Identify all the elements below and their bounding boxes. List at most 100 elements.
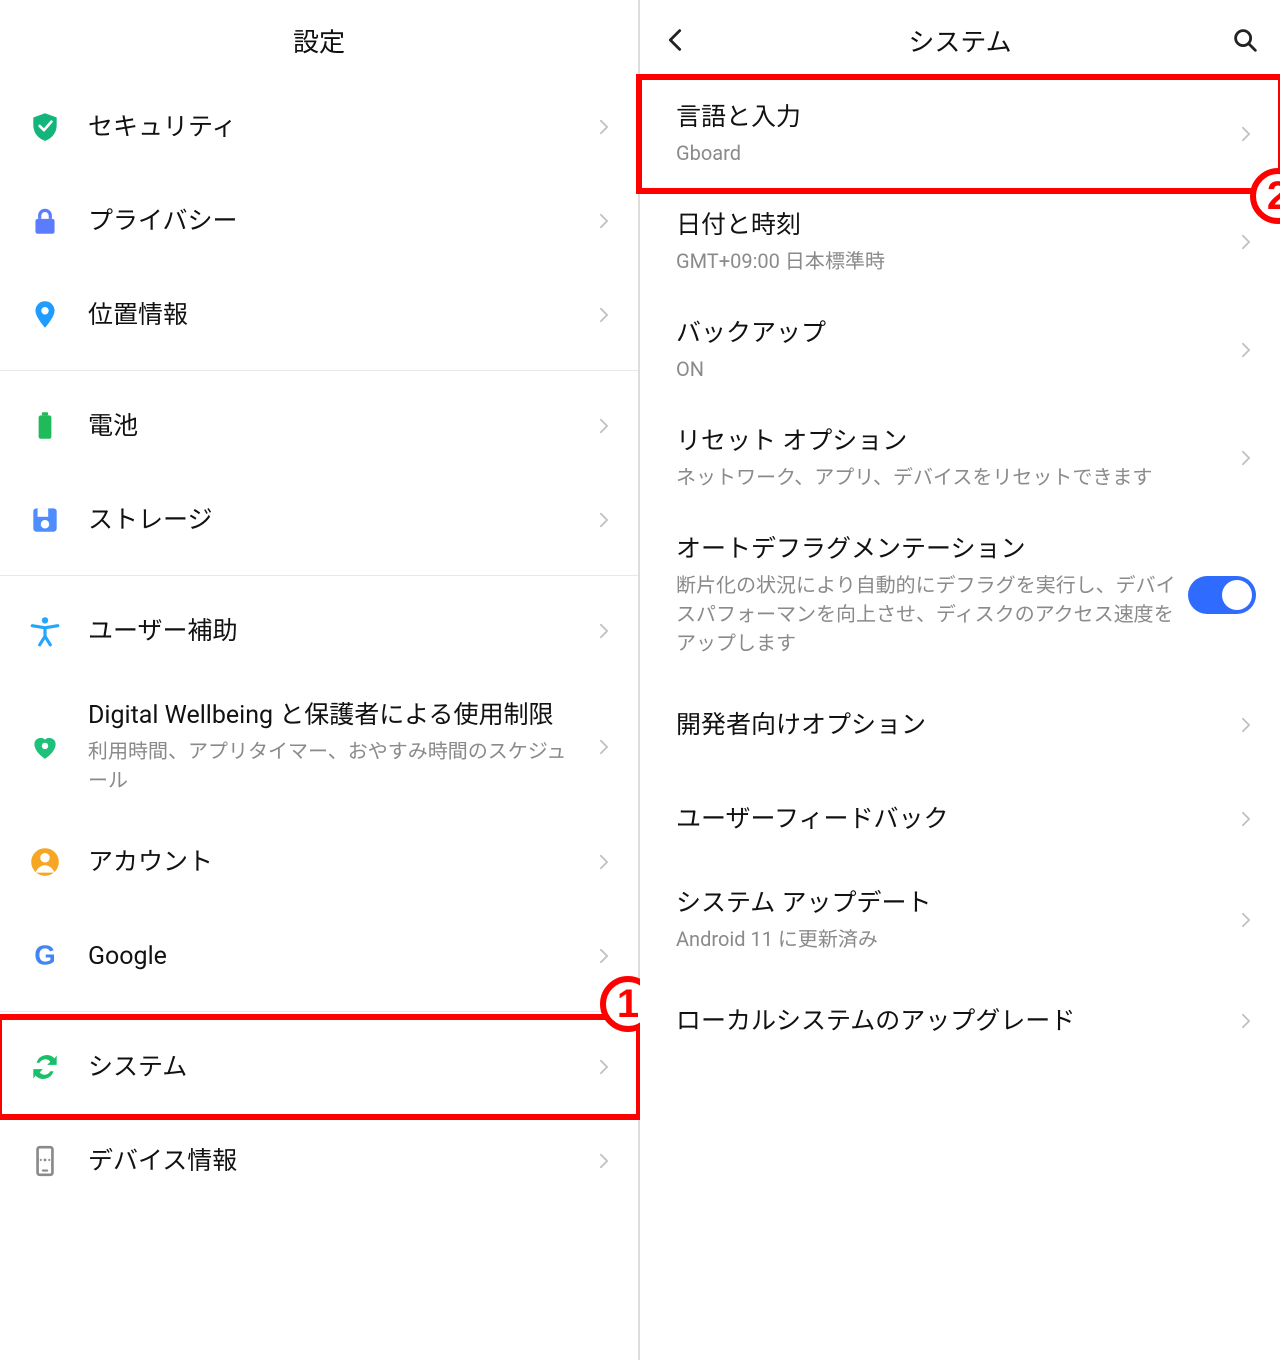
row-title: Digital Wellbeing と保護者による使用制限 (88, 698, 582, 733)
lock-icon (28, 204, 62, 238)
chevron-right-icon (1236, 228, 1256, 256)
row-title: 開発者向けオプション (676, 708, 1224, 743)
row-update[interactable]: システム アップデート Android 11 に更新済み (640, 866, 1280, 974)
system-title: システム (908, 22, 1011, 59)
account-icon (28, 845, 62, 879)
chevron (1236, 444, 1256, 472)
row-system[interactable]: システム (0, 1020, 638, 1114)
toggle-defrag[interactable] (1188, 576, 1256, 614)
row-subtitle: Gboard (676, 139, 1224, 168)
chevron-right-icon (1236, 336, 1256, 364)
search-icon (1230, 25, 1260, 55)
row-title: ストレージ (88, 503, 582, 538)
save-icon (28, 503, 62, 537)
row-wellbeing[interactable]: Digital Wellbeing と保護者による使用制限利用時間、アプリタイマ… (0, 678, 638, 815)
google-icon (28, 939, 62, 973)
sync-icon (28, 1050, 62, 1084)
system-pane: システム 言語と入力 Gboard 日付と時刻 GMT+09:00 日本標準時バックア… (640, 0, 1280, 1360)
row-security[interactable]: セキュリティ (0, 80, 638, 174)
chevron (594, 412, 614, 440)
chevron-right-icon (1236, 906, 1256, 934)
row-subtitle: 断片化の状況により自動的にデフラグを実行し、デバイスパフォーマンを向上させ、ディ… (676, 571, 1176, 658)
system-header: システム (640, 0, 1280, 80)
divider (0, 1011, 638, 1012)
chevron (594, 1147, 614, 1175)
chevron-right-icon (594, 617, 614, 645)
row-device[interactable]: デバイス情報 (0, 1114, 638, 1208)
chevron-right-icon (1236, 805, 1256, 833)
row-storage[interactable]: ストレージ (0, 473, 638, 567)
row-google[interactable]: Google (0, 909, 638, 1003)
row-lang[interactable]: 言語と入力 Gboard (640, 80, 1280, 188)
chevron-right-icon (594, 412, 614, 440)
settings-pane: 設定 セキュリティプライバシー位置情報電池ストレージユーザー補助 Digital … (0, 0, 640, 1360)
chevron-right-icon (594, 113, 614, 141)
device-icon (28, 1144, 62, 1178)
row-privacy[interactable]: プライバシー (0, 174, 638, 268)
row-feedback[interactable]: ユーザーフィードバック (640, 772, 1280, 866)
system-list: 言語と入力 Gboard 日付と時刻 GMT+09:00 日本標準時バックアップ ON リ… (640, 80, 1280, 1068)
row-local[interactable]: ローカルシステムのアップグレード (640, 974, 1280, 1068)
settings-list: セキュリティプライバシー位置情報電池ストレージユーザー補助 Digital Wel… (0, 80, 638, 1208)
row-title: デバイス情報 (88, 1144, 582, 1179)
row-subtitle: 利用時間、アプリタイマー、おやすみ時間のスケジュール (88, 737, 582, 795)
chevron-right-icon (594, 1053, 614, 1081)
row-title: バックアップ (676, 316, 1224, 351)
chevron (1236, 336, 1256, 364)
row-title: プライバシー (88, 204, 582, 239)
row-title: 言語と入力 (676, 100, 1224, 135)
row-subtitle: GMT+09:00 日本標準時 (676, 247, 1224, 276)
divider (0, 370, 638, 371)
row-title: セキュリティ (88, 110, 582, 145)
chevron-right-icon (594, 301, 614, 329)
chevron-right-icon (1236, 120, 1256, 148)
row-dev[interactable]: 開発者向けオプション (640, 678, 1280, 772)
row-title: システム アップデート (676, 886, 1224, 921)
search-button[interactable] (1230, 0, 1260, 80)
row-subtitle: ON (676, 355, 1224, 384)
row-title: 日付と時刻 (676, 208, 1224, 243)
chevron (1236, 120, 1256, 148)
chevron (594, 848, 614, 876)
chevron (594, 733, 614, 761)
row-title: ユーザー補助 (88, 614, 582, 649)
row-title: リセット オプション (676, 424, 1224, 459)
chevron-right-icon (1236, 444, 1256, 472)
row-accounts[interactable]: アカウント (0, 815, 638, 909)
settings-title: 設定 (293, 22, 345, 59)
divider (0, 575, 638, 576)
pin-icon (28, 298, 62, 332)
chevron-right-icon (594, 506, 614, 534)
chevron-right-icon (594, 942, 614, 970)
chevron (1236, 805, 1256, 833)
row-title: 位置情報 (88, 298, 582, 333)
chevron-right-icon (1236, 1007, 1256, 1035)
chevron-right-icon (594, 207, 614, 235)
chevron (1236, 711, 1256, 739)
heart-icon (28, 730, 62, 764)
chevron (594, 942, 614, 970)
row-a11y[interactable]: ユーザー補助 (0, 584, 638, 678)
row-subtitle: Android 11 に更新済み (676, 925, 1224, 954)
back-button[interactable] (660, 0, 690, 80)
row-date[interactable]: 日付と時刻 GMT+09:00 日本標準時 (640, 188, 1280, 296)
chevron (1236, 906, 1256, 934)
battery-icon (28, 409, 62, 443)
row-title: 電池 (88, 409, 582, 444)
chevron (594, 506, 614, 534)
row-reset[interactable]: リセット オプションネットワーク、アプリ、デバイスをリセットできます (640, 404, 1280, 512)
chevron-right-icon (1236, 711, 1256, 739)
row-defrag[interactable]: オートデフラグメンテーション断片化の状況により自動的にデフラグを実行し、デバイス… (640, 512, 1280, 678)
row-title: システム (88, 1050, 582, 1085)
row-battery[interactable]: 電池 (0, 379, 638, 473)
chevron (594, 1053, 614, 1081)
row-title: ローカルシステムのアップグレード (676, 1004, 1224, 1039)
chevron (1236, 228, 1256, 256)
row-title: Google (88, 939, 582, 974)
row-backup[interactable]: バックアップ ON (640, 296, 1280, 404)
a11y-icon (28, 614, 62, 648)
chevron (594, 301, 614, 329)
row-location[interactable]: 位置情報 (0, 268, 638, 362)
row-title: アカウント (88, 845, 582, 880)
chevron (594, 207, 614, 235)
